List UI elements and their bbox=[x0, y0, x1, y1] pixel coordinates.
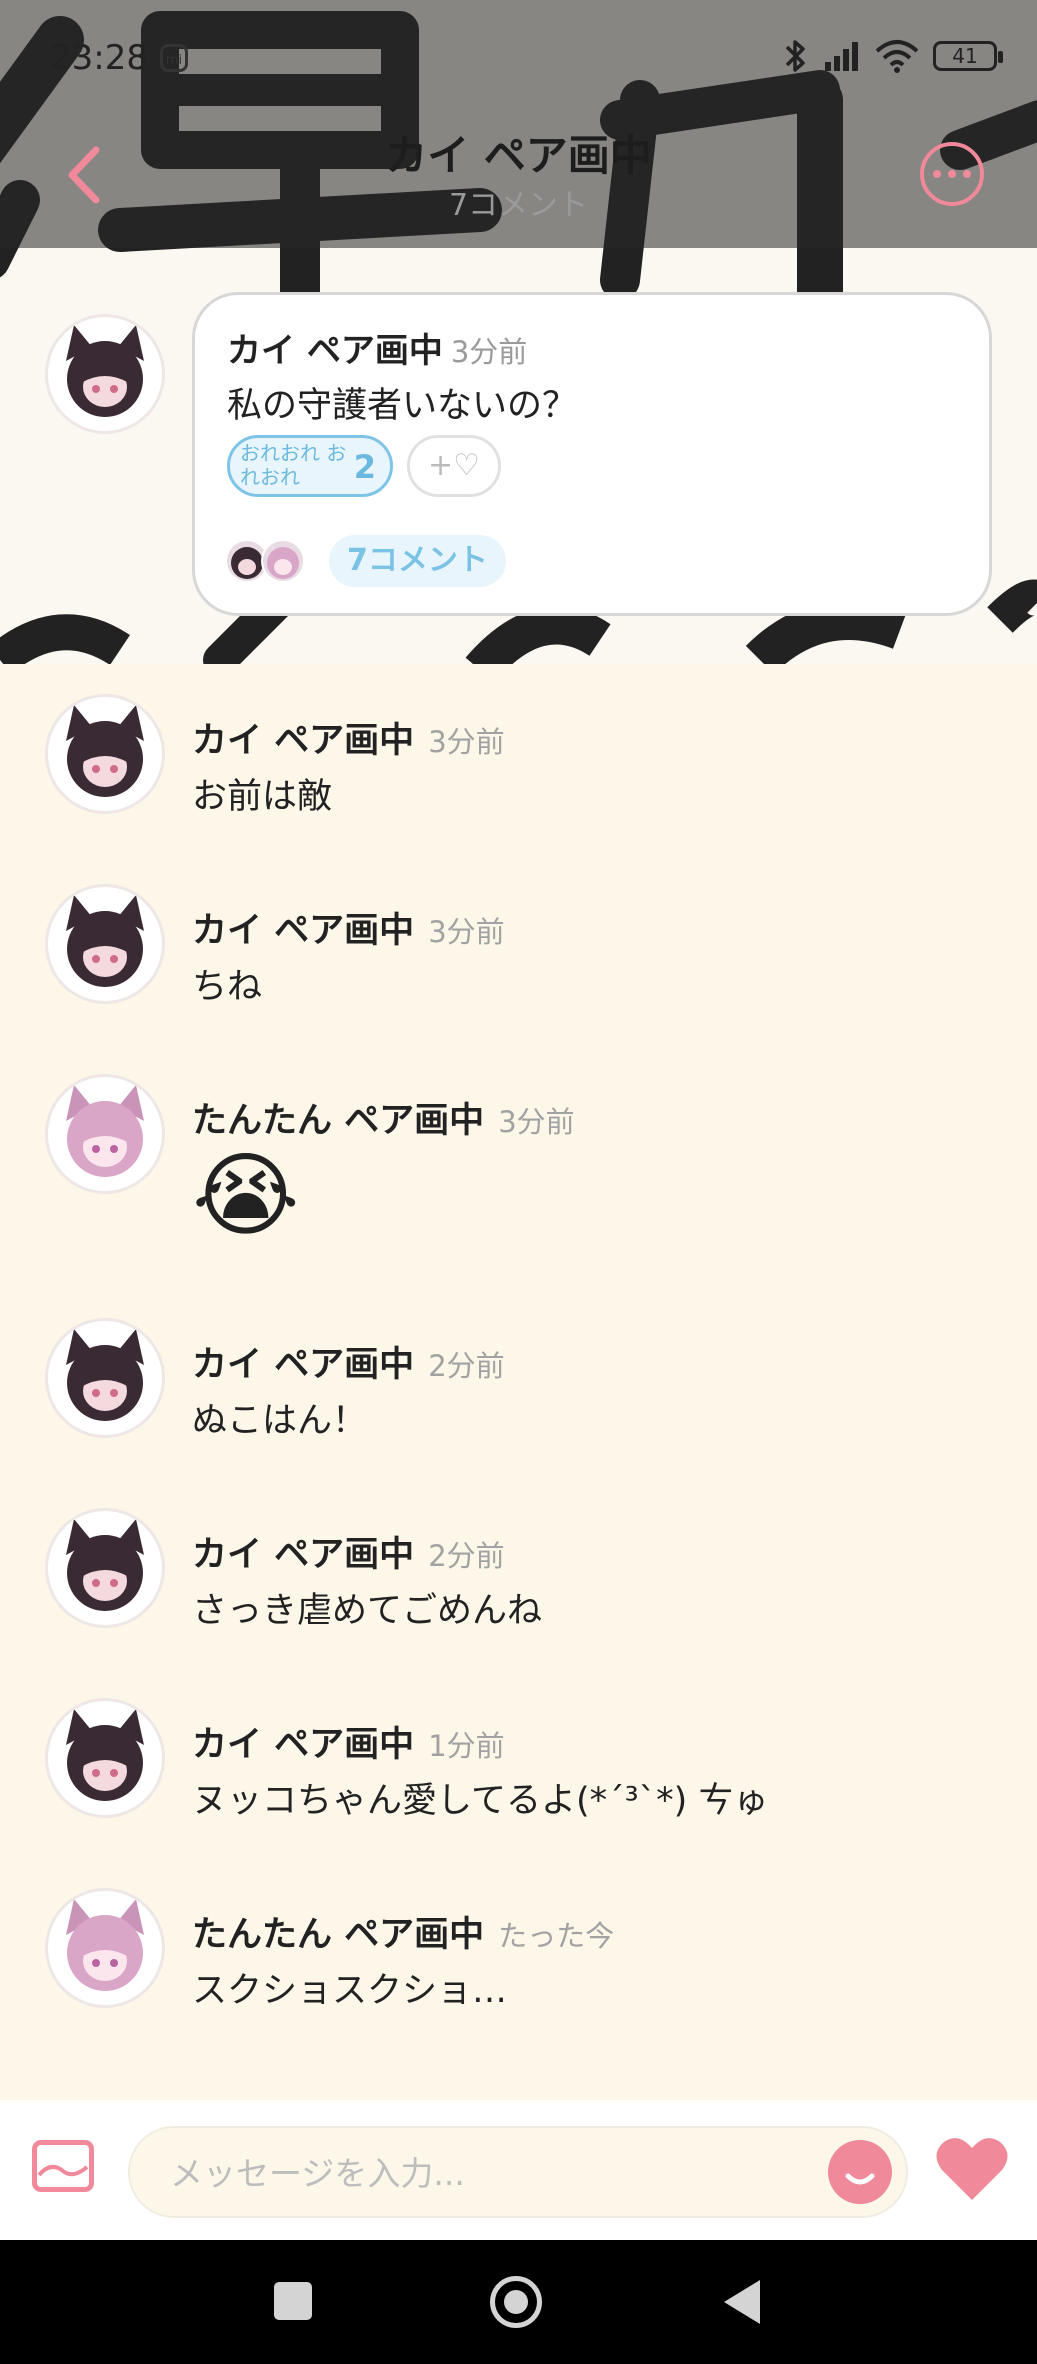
message-author: カイ ペア画中 1分前 bbox=[192, 1725, 505, 1765]
reaction-count: 2 bbox=[353, 448, 376, 486]
message-time: 3分前 bbox=[428, 915, 505, 949]
message-input[interactable] bbox=[168, 2146, 812, 2200]
wifi-icon bbox=[875, 40, 919, 73]
bluetooth-icon bbox=[785, 40, 805, 72]
reaction-label: おれおれ おれおれ bbox=[240, 441, 347, 489]
message-input-wrapper bbox=[128, 2126, 908, 2218]
post-time: 3分前 bbox=[450, 335, 528, 369]
signal-icon bbox=[825, 42, 858, 71]
message-time: 1分前 bbox=[428, 1729, 505, 1763]
message-composer bbox=[0, 2100, 1037, 2240]
post-text: 私の守護者いないの？ bbox=[227, 386, 578, 426]
message-author: カイ ペア画中 2分前 bbox=[192, 1345, 505, 1385]
message-avatar[interactable] bbox=[45, 1074, 165, 1194]
message-avatar[interactable] bbox=[45, 694, 165, 814]
add-reaction-button[interactable]: +♡ bbox=[407, 435, 501, 497]
system-back-button[interactable] bbox=[724, 2280, 760, 2324]
message-avatar[interactable] bbox=[45, 1508, 165, 1628]
mi-icon: mi bbox=[160, 44, 188, 72]
more-options-button[interactable] bbox=[920, 142, 984, 206]
message-avatar[interactable] bbox=[45, 884, 165, 1004]
heart-icon[interactable] bbox=[934, 2134, 1010, 2204]
post-author-avatar[interactable] bbox=[45, 314, 165, 434]
commenter-avatar bbox=[261, 539, 305, 583]
image-icon[interactable] bbox=[32, 2140, 94, 2192]
message-text: ヌッコちゃん愛してるよ(*´³`*) ㄘゅ bbox=[192, 1781, 769, 1821]
battery-icon: 41 bbox=[933, 41, 1003, 71]
crying-emoji: 😭 bbox=[192, 1142, 300, 1249]
status-icons: 41 bbox=[783, 38, 1003, 74]
message-time: たった今 bbox=[498, 1919, 615, 1953]
message-author: たんたん ペア画中 たった今 bbox=[192, 1915, 615, 1955]
message-time: 3分前 bbox=[428, 725, 505, 759]
message-time: 2分前 bbox=[428, 1349, 505, 1383]
system-navigation-bar bbox=[0, 2240, 1037, 2364]
message-avatar[interactable] bbox=[45, 1888, 165, 2008]
message-author: カイ ペア画中 2分前 bbox=[192, 1535, 505, 1575]
page-subtitle: 7コメント bbox=[448, 188, 589, 223]
message-time: 3分前 bbox=[498, 1105, 575, 1139]
recent-apps-button[interactable] bbox=[274, 2282, 312, 2320]
message-author: たんたん ペア画中 3分前 bbox=[192, 1101, 575, 1141]
message-text: スクショスクショ… bbox=[192, 1971, 508, 2011]
smile-icon[interactable] bbox=[828, 2140, 892, 2204]
post-card[interactable]: カイ ペア画中 3分前 私の守護者いないの？ おれおれ おれおれ 2 +♡ 7コメ… bbox=[192, 292, 992, 616]
status-bar: 23:28 mi 41 bbox=[0, 0, 1037, 120]
post-author: カイ ペア画中 3分前 bbox=[227, 331, 528, 371]
reaction-chip[interactable]: おれおれ おれおれ 2 bbox=[227, 435, 393, 497]
message-author: カイ ペア画中 3分前 bbox=[192, 911, 505, 951]
message-text: ぬこはん！ bbox=[192, 1401, 368, 1441]
message-time: 2分前 bbox=[428, 1539, 505, 1573]
message-text: ちね bbox=[192, 967, 263, 1007]
more-dots-icon bbox=[933, 170, 941, 178]
message-avatar[interactable] bbox=[45, 1318, 165, 1438]
clock: 23:28 bbox=[50, 38, 148, 78]
message-text: さっき虐めてごめんね bbox=[192, 1591, 543, 1631]
message-avatar[interactable] bbox=[45, 1698, 165, 1818]
comment-count-pill[interactable]: 7コメント bbox=[329, 535, 506, 587]
message-text: お前は敵 bbox=[192, 777, 333, 817]
message-author: カイ ペア画中 3分前 bbox=[192, 721, 505, 761]
home-button[interactable] bbox=[490, 2276, 542, 2328]
page-title: カイ ペア画中 bbox=[385, 131, 652, 180]
